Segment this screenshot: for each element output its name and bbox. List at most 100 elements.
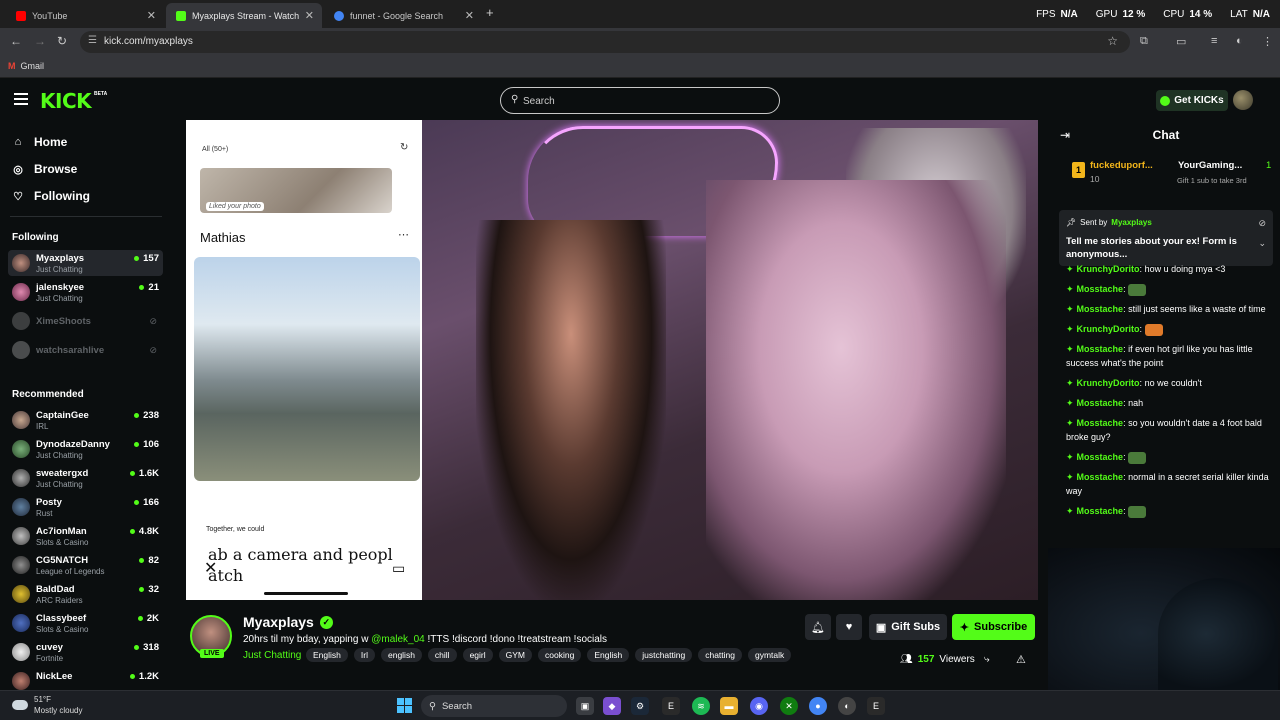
bookmark-star-icon[interactable]: ☆ <box>1107 34 1118 48</box>
live-dot-icon <box>139 285 145 290</box>
weather-widget[interactable]: 51°F Mostly cloudy <box>12 694 82 716</box>
media-controls-icon[interactable]: ≡ <box>1211 35 1217 47</box>
search-input[interactable]: ⚲ Search <box>500 87 780 114</box>
avatar <box>12 440 30 458</box>
report-icon[interactable]: ⚠ <box>1016 653 1026 666</box>
gift-leaderboard: 1 fuckeduporf... 10 YourGaming... 1 Gift… <box>1066 156 1280 192</box>
sidebar-channel-cg5natch[interactable]: CG5NATCH League of Legends 82 <box>8 552 163 578</box>
spotify-icon[interactable]: ≋ <box>692 697 710 715</box>
extensions-icon[interactable]: ⧉ <box>1140 35 1148 48</box>
new-tab-button[interactable]: + <box>486 5 494 20</box>
tag[interactable]: Irl <box>353 648 375 662</box>
hamburger-menu-icon[interactable] <box>14 93 28 105</box>
discord-icon[interactable]: ◉ <box>750 697 768 715</box>
tag[interactable]: english <box>380 648 422 662</box>
home-indicator <box>264 592 348 595</box>
badge-icon: ✦ <box>1066 304 1074 314</box>
streamer-name[interactable]: Myaxplays ✓ <box>243 614 333 630</box>
gift-subs-button[interactable]: ▣ Gift Subs <box>869 614 947 640</box>
more-menu-icon[interactable]: ⋮ <box>1262 35 1273 48</box>
tag[interactable]: egirl <box>462 648 493 662</box>
avatar <box>12 585 30 603</box>
notification-bell-button[interactable]: 🔔︎ <box>805 614 831 640</box>
webcam-overlay <box>1048 548 1280 690</box>
sidebar-channel-balddad[interactable]: BaldDad ARC Raiders 32 <box>8 581 163 607</box>
get-kicks-button[interactable]: Get KICKs <box>1156 90 1228 111</box>
stream-category[interactable]: Just Chatting <box>243 650 301 661</box>
tag[interactable]: English <box>587 648 630 662</box>
divider <box>10 216 162 217</box>
sidebar-channel-nicklee[interactable]: NickLee 1.2K <box>8 668 163 690</box>
forward-icon[interactable]: → <box>34 34 46 48</box>
video-player[interactable]: All (50+) ↻ Liked your photo Mathias ⋯ T… <box>186 120 1038 600</box>
sidebar-channel-watchsarahlive[interactable]: watchsarahlive ⊘ <box>8 337 163 363</box>
nav-home[interactable]: ⌂ Home <box>12 135 68 149</box>
sidebar-channel-classybeef[interactable]: Classybeef Slots & Casino 2K <box>8 610 163 636</box>
bell-icon: 🔔︎ <box>811 621 825 634</box>
share-icon[interactable]: ⤷ <box>984 654 990 665</box>
copilot-icon[interactable]: ◆ <box>603 697 621 715</box>
nav-browse[interactable]: ◎ Browse <box>12 162 77 176</box>
hide-pin-icon[interactable]: ⊘ <box>1258 218 1266 229</box>
gmail-icon: M <box>8 61 16 71</box>
chat-message: ✦ KrunchyDorito: no we couldn't <box>1066 378 1202 388</box>
tag[interactable]: cooking <box>538 648 582 662</box>
windows-start-icon[interactable] <box>397 698 412 713</box>
taskbar-search[interactable]: ⚲ Search <box>421 695 567 717</box>
tab-kick[interactable]: Myaxplays Stream - Watch ✕ <box>166 3 322 28</box>
sidebar-channel-ac7ionman[interactable]: Ac7ionMan Slots & Casino 4.8K <box>8 523 163 549</box>
site-info-icon[interactable]: ☰ <box>88 35 97 46</box>
os-taskbar: 51°F Mostly cloudy ⚲ Search ▣ ◆ ⚙ E ≋ ▬ ◉… <box>0 690 1280 720</box>
file-explorer-icon[interactable]: ▬ <box>720 697 738 715</box>
back-icon[interactable]: ← <box>10 34 22 48</box>
profile-icon[interactable]: ◐ <box>1236 35 1243 47</box>
tag[interactable]: English <box>306 648 348 662</box>
tag[interactable]: justchatting <box>635 648 693 662</box>
emote-icon <box>1128 505 1147 518</box>
subscribe-button[interactable]: ✦ Subscribe <box>952 614 1035 640</box>
nav-following[interactable]: ♡ Following <box>12 189 90 203</box>
tag[interactable]: gymtalk <box>748 648 792 662</box>
task-view-icon[interactable]: ▣ <box>576 697 594 715</box>
sidebar-channel-posty[interactable]: Posty Rust 166 <box>8 494 163 520</box>
browser-tab-bar: YouTube ✕ Myaxplays Stream - Watch ✕ fun… <box>0 0 1280 28</box>
close-tab-icon[interactable]: ✕ <box>305 9 314 22</box>
sidebar-channel-dynodazedanny[interactable]: DynodazeDanny Just Chatting 106 <box>8 436 163 462</box>
chevron-down-icon[interactable]: ⌄ <box>1258 238 1266 249</box>
tag[interactable]: chatting <box>698 648 742 662</box>
avatar <box>12 312 30 330</box>
tag[interactable]: GYM <box>498 648 533 662</box>
close-tab-icon[interactable]: ✕ <box>465 9 474 22</box>
following-heading: Following <box>12 232 59 243</box>
sidebar-channel-sweatergxd[interactable]: sweatergxd Just Chatting 1.6K <box>8 465 163 491</box>
close-tab-icon[interactable]: ✕ <box>147 9 156 22</box>
sidebar-channel-captaingee[interactable]: CaptainGee IRL 238 <box>8 407 163 433</box>
sidebar-channel-myaxplays[interactable]: Myaxplays Just Chatting 157 <box>8 250 163 276</box>
chat-message: ✦ Mosstache: if even hot girl like you ha… <box>1066 344 1253 368</box>
sidebar-channel-jalenskyee[interactable]: jalenskyee Just Chatting 21 <box>8 279 163 305</box>
sidebar-channel-cuvey[interactable]: cuvey Fortnite 318 <box>8 639 163 665</box>
kick-logo[interactable]: KICK <box>40 89 92 113</box>
epic-launcher-icon[interactable]: E <box>867 697 885 715</box>
app-icon[interactable]: ◐ <box>838 697 856 715</box>
tag[interactable]: chill <box>427 648 457 662</box>
follow-button[interactable]: ♥ <box>836 614 862 640</box>
google-icon <box>334 10 344 21</box>
steam-icon[interactable]: ⚙ <box>631 697 649 715</box>
chrome-icon[interactable]: ● <box>809 697 827 715</box>
cast-icon[interactable]: ▭ <box>1176 35 1186 48</box>
chat-panel: ⇥ Chat 1 fuckeduporf... 10 YourGaming...… <box>1052 120 1280 550</box>
bookmark-gmail[interactable]: M Gmail <box>8 61 44 71</box>
heart-icon: ♡ <box>13 190 23 203</box>
live-dot-icon <box>134 645 140 650</box>
sidebar-channel-ximeshoots[interactable]: XimeShoots ⊘ <box>8 308 163 334</box>
address-bar[interactable]: ☰ kick.com/myaxplays ☆ <box>80 31 1130 53</box>
reload-icon[interactable]: ↻ <box>57 34 67 48</box>
user-avatar[interactable] <box>1233 90 1253 110</box>
live-dot-icon <box>134 413 140 418</box>
epic-games-icon[interactable]: E <box>662 697 680 715</box>
chat-message: ✦ KrunchyDorito: how u doing mya <3 <box>1066 264 1226 274</box>
tab-google[interactable]: funnet - Google Search ✕ <box>324 3 482 28</box>
xbox-icon[interactable]: ✕ <box>780 697 798 715</box>
tab-youtube[interactable]: YouTube ✕ <box>6 3 164 28</box>
